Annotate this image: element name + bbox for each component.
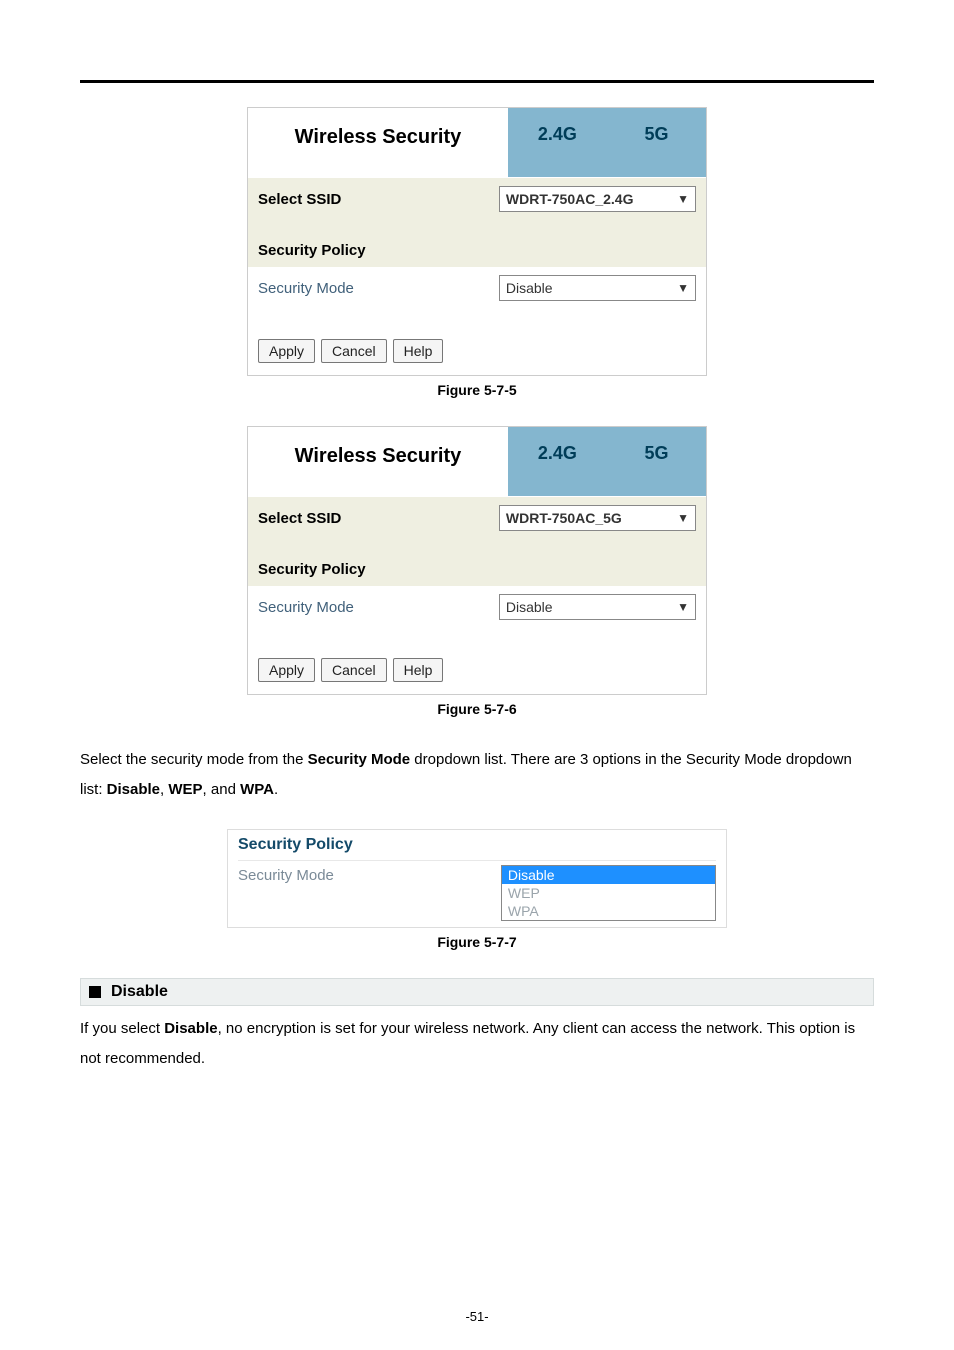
panel-gap [248, 539, 706, 553]
figure-caption-576: Figure 5-7-6 [80, 701, 874, 717]
panel-header: Wireless Security 2.4G 5G [248, 427, 706, 497]
chevron-down-icon: ▼ [677, 192, 689, 206]
tab-5g[interactable]: 5G [607, 116, 706, 153]
band-tabs: 2.4G 5G [508, 108, 706, 177]
panel-actions: Apply Cancel Help [248, 628, 706, 692]
security-mode-row: Security Mode Disable ▼ [258, 267, 696, 309]
wireless-security-panel-5g: Wireless Security 2.4G 5G Select SSID WD… [247, 426, 707, 695]
figure-caption-575: Figure 5-7-5 [80, 382, 874, 398]
select-ssid-value: WDRT-750AC_2.4G [506, 191, 634, 207]
subsection-title: Disable [111, 983, 168, 1001]
top-rule [80, 80, 874, 83]
security-mode-value: Disable [506, 599, 553, 615]
figure-caption-577: Figure 5-7-7 [80, 934, 874, 950]
security-policy-label: Security Policy [258, 242, 499, 259]
security-mode-label: Security Mode [238, 865, 501, 921]
chevron-down-icon: ▼ [677, 511, 689, 525]
square-bullet-icon [89, 986, 101, 998]
select-ssid-row: Select SSID WDRT-750AC_2.4G ▼ [248, 178, 706, 220]
security-mode-dropdown[interactable]: Disable ▼ [499, 594, 696, 620]
panel-header: Wireless Security 2.4G 5G [248, 108, 706, 178]
apply-button[interactable]: Apply [258, 658, 315, 682]
security-policy-header: Security Policy [248, 553, 706, 586]
paragraph-disable-description: If you select Disable, no encryption is … [80, 1014, 874, 1074]
chevron-down-icon: ▼ [677, 281, 689, 295]
security-policy-label: Security Policy [258, 561, 499, 578]
panel-title: Wireless Security [248, 427, 508, 496]
cancel-button[interactable]: Cancel [321, 339, 387, 363]
security-policy-label: Security Policy [238, 832, 716, 861]
option-wep[interactable]: WEP [502, 884, 715, 902]
panel-gap [248, 220, 706, 234]
tab-2-4g[interactable]: 2.4G [508, 435, 607, 472]
apply-button[interactable]: Apply [258, 339, 315, 363]
select-ssid-dropdown[interactable]: WDRT-750AC_2.4G ▼ [499, 186, 696, 212]
security-mode-label: Security Mode [258, 599, 499, 616]
select-ssid-label: Select SSID [258, 510, 499, 527]
tab-2-4g[interactable]: 2.4G [508, 116, 607, 153]
wireless-security-panel-24g: Wireless Security 2.4G 5G Select SSID WD… [247, 107, 707, 376]
help-button[interactable]: Help [393, 658, 444, 682]
band-tabs: 2.4G 5G [508, 427, 706, 496]
security-mode-row: Security Mode Disable WEP WPA [238, 865, 716, 921]
security-mode-dropdown[interactable]: Disable ▼ [499, 275, 696, 301]
panel-title: Wireless Security [248, 108, 508, 177]
panel-actions: Apply Cancel Help [248, 309, 706, 373]
paragraph-security-mode-intro: Select the security mode from the Securi… [80, 745, 874, 805]
help-button[interactable]: Help [393, 339, 444, 363]
chevron-down-icon: ▼ [677, 600, 689, 614]
select-ssid-label: Select SSID [258, 191, 499, 208]
page-number: -51- [0, 1309, 954, 1324]
security-mode-options-panel: Security Policy Security Mode Disable WE… [227, 829, 727, 928]
option-wpa[interactable]: WPA [502, 902, 715, 920]
select-ssid-dropdown[interactable]: WDRT-750AC_5G ▼ [499, 505, 696, 531]
security-mode-label: Security Mode [258, 280, 499, 297]
tab-5g[interactable]: 5G [607, 435, 706, 472]
select-ssid-value: WDRT-750AC_5G [506, 510, 622, 526]
security-mode-dropdown-open[interactable]: Disable WEP WPA [501, 865, 716, 921]
option-disable[interactable]: Disable [502, 866, 715, 884]
cancel-button[interactable]: Cancel [321, 658, 387, 682]
page: Wireless Security 2.4G 5G Select SSID WD… [0, 0, 954, 1350]
security-mode-value: Disable [506, 280, 553, 296]
security-policy-header: Security Policy [248, 234, 706, 267]
select-ssid-row: Select SSID WDRT-750AC_5G ▼ [248, 497, 706, 539]
security-mode-row: Security Mode Disable ▼ [258, 586, 696, 628]
subsection-header-disable: Disable [80, 978, 874, 1006]
